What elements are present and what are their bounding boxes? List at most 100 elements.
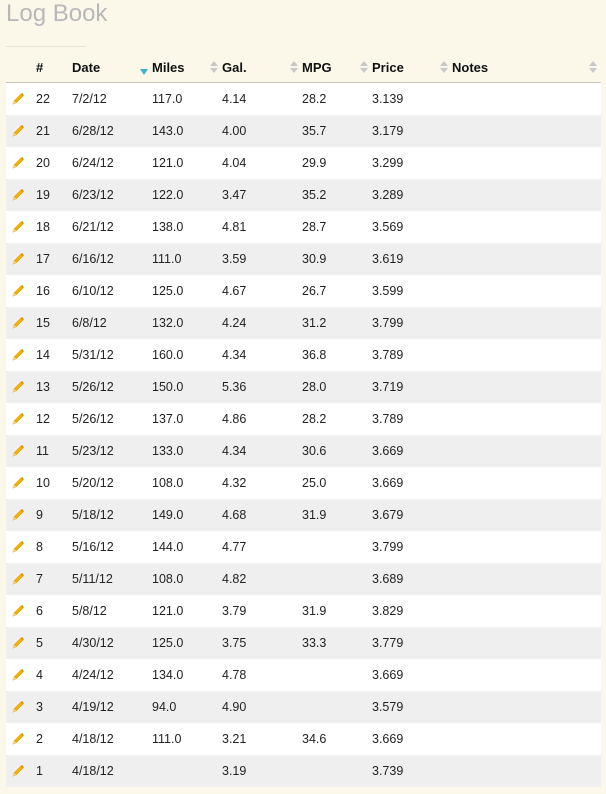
cell-date: 5/23/12 bbox=[72, 444, 114, 458]
table-row: 12 5/26/12 137.0 4.86 28.2 3.789 bbox=[6, 403, 601, 435]
cell-gal: 3.21 bbox=[222, 732, 247, 746]
cell-mpg: 25.0 bbox=[302, 476, 327, 490]
cell-miles: 132.0 bbox=[152, 316, 184, 330]
pencil-icon bbox=[12, 605, 24, 617]
cell-price: 3.569 bbox=[372, 220, 404, 234]
column-header-date-label: Date bbox=[72, 59, 101, 75]
column-header-mpg[interactable]: MPG bbox=[302, 52, 372, 82]
cell-date: 5/18/12 bbox=[72, 508, 114, 522]
cell-mpg: 28.0 bbox=[302, 380, 327, 394]
cell-mpg: 28.2 bbox=[302, 92, 327, 106]
edit-button[interactable] bbox=[6, 380, 30, 394]
table-row: 20 6/24/12 121.0 4.04 29.9 3.299 bbox=[6, 147, 601, 179]
cell-gal: 4.81 bbox=[222, 220, 247, 234]
column-header-price[interactable]: Price bbox=[372, 52, 452, 82]
table-row: 13 5/26/12 150.0 5.36 28.0 3.719 bbox=[6, 371, 601, 403]
column-header-num[interactable]: # bbox=[30, 52, 72, 82]
cell-miles: 144.0 bbox=[152, 540, 184, 554]
cell-num: 5 bbox=[36, 636, 43, 650]
cell-miles: 138.0 bbox=[152, 220, 184, 234]
cell-date: 6/23/12 bbox=[72, 188, 114, 202]
edit-button[interactable] bbox=[6, 700, 30, 714]
edit-button[interactable] bbox=[6, 124, 30, 138]
column-header-gal[interactable]: Gal. bbox=[222, 52, 302, 82]
edit-button[interactable] bbox=[6, 540, 30, 554]
column-header-notes[interactable]: Notes bbox=[452, 52, 601, 82]
cell-miles: 122.0 bbox=[152, 188, 184, 202]
cell-mpg: 28.7 bbox=[302, 220, 327, 234]
cell-num: 11 bbox=[36, 444, 49, 458]
cell-gal: 4.14 bbox=[222, 92, 247, 106]
edit-button[interactable] bbox=[6, 508, 30, 522]
pencil-icon bbox=[12, 157, 24, 169]
pencil-icon bbox=[12, 285, 24, 297]
edit-button[interactable] bbox=[6, 316, 30, 330]
cell-mpg: 34.6 bbox=[302, 732, 327, 746]
table-row: 22 7/2/12 117.0 4.14 28.2 3.139 bbox=[6, 83, 601, 115]
cell-date: 4/24/12 bbox=[72, 668, 114, 682]
pencil-icon bbox=[12, 349, 24, 361]
cell-gal: 4.86 bbox=[222, 412, 247, 426]
cell-date: 5/31/12 bbox=[72, 348, 114, 362]
cell-price: 3.719 bbox=[372, 380, 404, 394]
edit-button[interactable] bbox=[6, 252, 30, 266]
cell-num: 16 bbox=[36, 284, 50, 298]
cell-price: 3.789 bbox=[372, 412, 404, 426]
cell-num: 21 bbox=[36, 124, 50, 138]
edit-button[interactable] bbox=[6, 284, 30, 298]
table-row: 4 4/24/12 134.0 4.78 3.669 bbox=[6, 659, 601, 691]
cell-mpg: 30.6 bbox=[302, 444, 327, 458]
cell-mpg: 30.9 bbox=[302, 252, 327, 266]
cell-price: 3.799 bbox=[372, 540, 404, 554]
table-header: # Date Miles Gal. MPG Price Notes bbox=[6, 52, 601, 83]
cell-miles: 111.0 bbox=[152, 252, 182, 266]
cell-date: 5/26/12 bbox=[72, 412, 114, 426]
cell-num: 10 bbox=[36, 476, 50, 490]
edit-button[interactable] bbox=[6, 412, 30, 426]
page-title: Log Book bbox=[6, 0, 108, 27]
edit-button[interactable] bbox=[6, 572, 30, 586]
edit-button[interactable] bbox=[6, 156, 30, 170]
cell-date: 5/26/12 bbox=[72, 380, 114, 394]
cell-date: 5/8/12 bbox=[72, 604, 107, 618]
cell-date: 4/30/12 bbox=[72, 636, 114, 650]
cell-price: 3.139 bbox=[372, 92, 404, 106]
edit-button[interactable] bbox=[6, 668, 30, 682]
edit-button[interactable] bbox=[6, 604, 30, 618]
edit-button[interactable] bbox=[6, 188, 30, 202]
cell-date: 4/18/12 bbox=[72, 764, 114, 778]
cell-num: 9 bbox=[36, 508, 43, 522]
pencil-icon bbox=[12, 637, 24, 649]
edit-button[interactable] bbox=[6, 732, 30, 746]
cell-mpg: 36.8 bbox=[302, 348, 327, 362]
cell-price: 3.829 bbox=[372, 604, 404, 618]
pencil-icon bbox=[12, 701, 24, 713]
edit-button[interactable] bbox=[6, 92, 30, 106]
cell-gal: 3.19 bbox=[222, 764, 247, 778]
cell-date: 6/21/12 bbox=[72, 220, 114, 234]
edit-button[interactable] bbox=[6, 476, 30, 490]
column-header-miles[interactable]: Miles bbox=[152, 52, 222, 82]
edit-button[interactable] bbox=[6, 764, 30, 778]
edit-button[interactable] bbox=[6, 348, 30, 362]
cell-miles: 121.0 bbox=[152, 156, 184, 170]
cell-gal: 3.59 bbox=[222, 252, 247, 266]
edit-button[interactable] bbox=[6, 636, 30, 650]
cell-price: 3.619 bbox=[372, 252, 404, 266]
cell-mpg: 35.2 bbox=[302, 188, 327, 202]
pencil-icon bbox=[12, 445, 24, 457]
table-row: 16 6/10/12 125.0 4.67 26.7 3.599 bbox=[6, 275, 601, 307]
table-row: 5 4/30/12 125.0 3.75 33.3 3.779 bbox=[6, 627, 601, 659]
table-row: 7 5/11/12 108.0 4.82 3.689 bbox=[6, 563, 601, 595]
column-header-date[interactable]: Date bbox=[72, 52, 152, 82]
cell-num: 17 bbox=[36, 252, 50, 266]
pencil-icon bbox=[12, 253, 24, 265]
cell-num: 12 bbox=[36, 412, 50, 426]
edit-button[interactable] bbox=[6, 444, 30, 458]
pencil-icon bbox=[12, 381, 24, 393]
cell-price: 3.799 bbox=[372, 316, 404, 330]
cell-miles: 108.0 bbox=[152, 572, 184, 586]
cell-gal: 4.00 bbox=[222, 124, 247, 138]
edit-button[interactable] bbox=[6, 220, 30, 234]
cell-num: 18 bbox=[36, 220, 50, 234]
